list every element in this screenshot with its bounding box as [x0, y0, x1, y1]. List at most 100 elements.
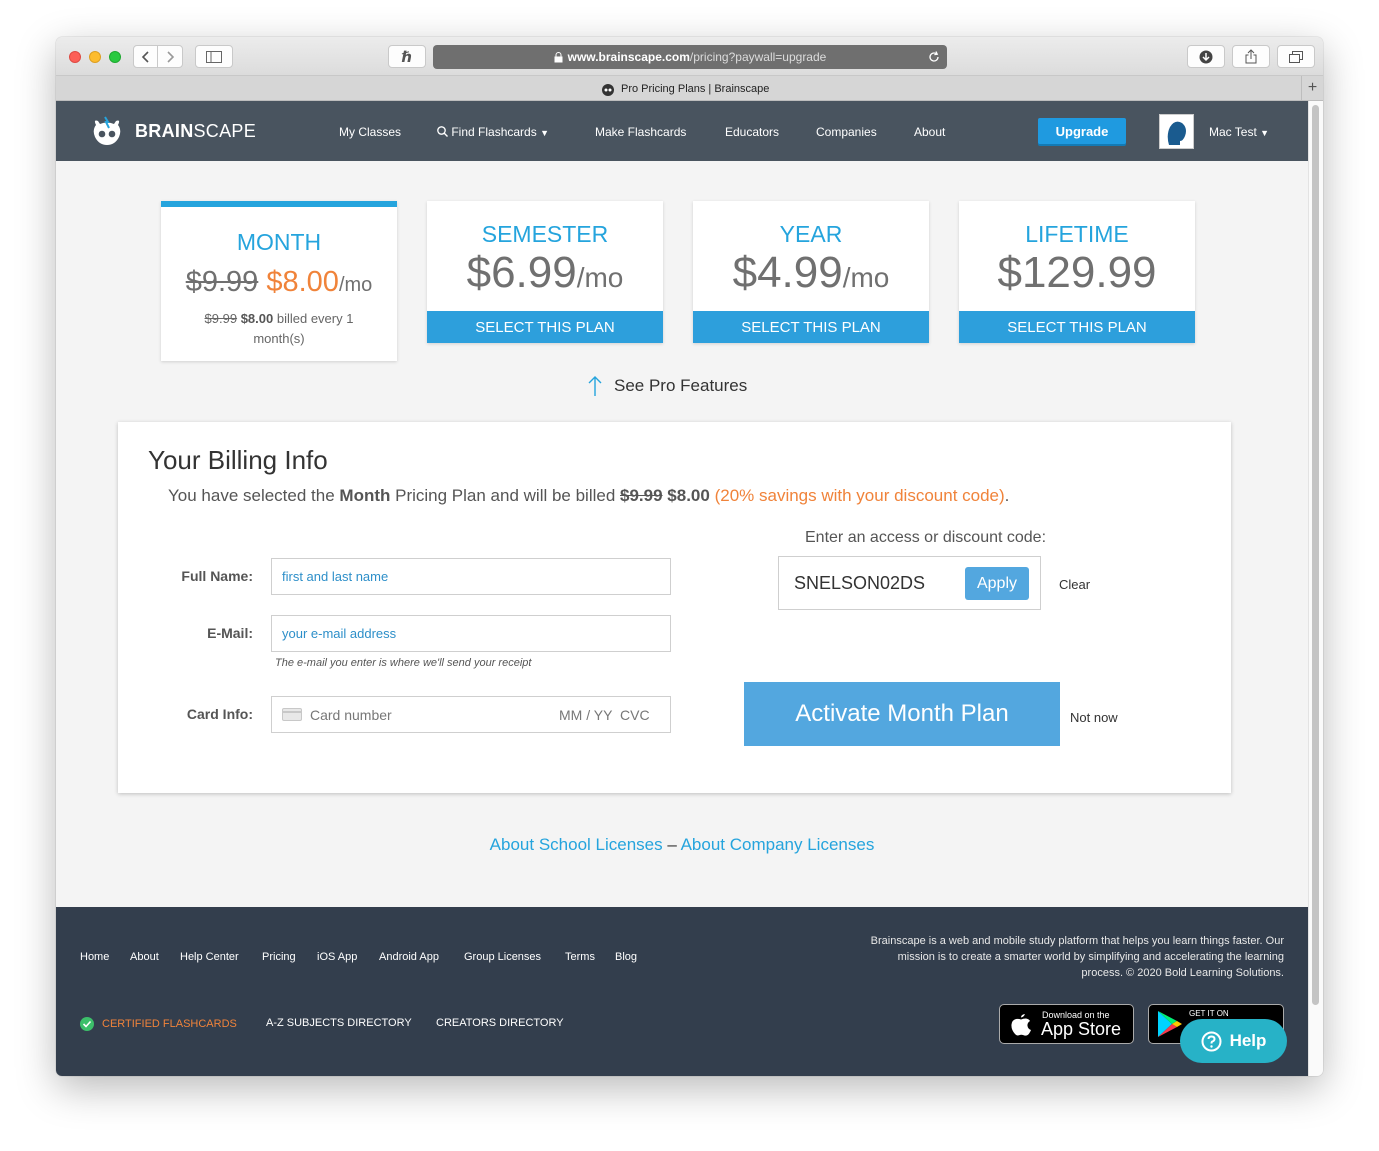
tab-title: Pro Pricing Plans | Brainscape [621, 83, 770, 95]
chevron-right-icon [167, 50, 175, 63]
nav-find-flashcards[interactable]: Find Flashcards ▼ [437, 125, 549, 139]
certified-flashcards-label: CERTIFIED FLASHCARDS [102, 1018, 237, 1030]
footer-link-group-licenses[interactable]: Group Licenses [464, 951, 541, 963]
select-year-button[interactable]: SELECT THIS PLAN [693, 311, 929, 343]
plan-price-month: $9.99 $8.00/mo [161, 266, 397, 299]
downloads-button[interactable] [1187, 45, 1225, 68]
new-tab-button[interactable]: + [1301, 76, 1323, 101]
avatar[interactable] [1159, 114, 1194, 149]
footer-link-help-center[interactable]: Help Center [180, 951, 239, 963]
caret-down-icon: ▼ [1260, 128, 1270, 138]
see-pro-features-link[interactable]: See Pro Features [588, 375, 747, 397]
user-avatar-icon [1167, 121, 1186, 145]
brainscape-logo[interactable]: BRAINSCAPE [91, 115, 256, 147]
summary-text-1: You have selected the [168, 486, 340, 505]
plan-price-semester: $6.99/mo [427, 248, 663, 298]
nav-companies[interactable]: Companies [816, 125, 877, 139]
discount-code-input[interactable]: SNELSON02DS Apply [778, 556, 1041, 610]
user-name: Mac Test [1209, 125, 1257, 139]
creators-directory-link[interactable]: CREATORS DIRECTORY [436, 1017, 564, 1029]
active-tab[interactable]: Pro Pricing Plans | Brainscape [601, 82, 769, 96]
close-window-button[interactable] [69, 51, 81, 63]
card-expiry-placeholder: MM / YY [559, 706, 613, 723]
extension-button[interactable]: ℏ [388, 45, 426, 68]
footer-link-blog[interactable]: Blog [615, 951, 637, 963]
brainscape-favicon-icon [602, 84, 614, 96]
nav-find-flashcards-label: Find Flashcards [451, 125, 537, 139]
activate-plan-button[interactable]: Activate Month Plan [744, 682, 1060, 746]
brainscape-mascot-icon [93, 116, 121, 145]
footer-link-terms[interactable]: Terms [565, 951, 595, 963]
upgrade-button[interactable]: Upgrade [1038, 118, 1126, 144]
clear-code-button[interactable]: Clear [1059, 577, 1090, 592]
search-icon [437, 126, 448, 137]
share-button[interactable] [1232, 45, 1270, 68]
discount-code-label: Enter an access or discount code: [805, 529, 1047, 546]
plan-card-lifetime[interactable]: LIFETIME $129.99 SELECT THIS PLAN [959, 201, 1195, 343]
tab-bar: Pro Pricing Plans | Brainscape + [56, 76, 1323, 101]
share-icon [1245, 49, 1257, 64]
plan-name-year: YEAR [779, 221, 843, 247]
card-info-input[interactable]: Card number MM / YY CVC [271, 696, 671, 733]
school-licenses-link[interactable]: About School Licenses [490, 835, 663, 854]
summary-plan: Month [339, 486, 391, 505]
nav-my-classes[interactable]: My Classes [339, 125, 401, 139]
chevron-left-icon [141, 50, 149, 63]
company-licenses-link[interactable]: About Company Licenses [681, 835, 875, 854]
google-play-icon [1158, 1011, 1182, 1037]
footer-link-about[interactable]: About [130, 951, 159, 963]
nav-educators[interactable]: Educators [725, 125, 779, 139]
reload-icon[interactable] [928, 51, 940, 63]
back-button[interactable] [133, 45, 158, 68]
discount-code-value: SNELSON02DS [794, 573, 926, 593]
sidebar-toggle-button[interactable] [195, 45, 233, 68]
apple-icon [1011, 1014, 1031, 1036]
billing-note-text: billed every 1 [273, 311, 354, 326]
select-semester-button[interactable]: SELECT THIS PLAN [427, 311, 663, 343]
email-input[interactable]: your e-mail address [271, 615, 671, 652]
not-now-button[interactable]: Not now [1070, 710, 1118, 725]
card-info-label: Card Info: [186, 706, 253, 722]
forward-button[interactable] [157, 45, 183, 68]
footer-about-text: Brainscape is a web and mobile study pla… [871, 933, 1284, 981]
select-lifetime-button[interactable]: SELECT THIS PLAN [959, 311, 1195, 343]
app-store-badge[interactable]: Download on the App Store [999, 1004, 1134, 1044]
az-subjects-link[interactable]: A-Z SUBJECTS DIRECTORY [266, 1017, 412, 1029]
user-menu[interactable]: Mac Test ▼ [1209, 125, 1269, 139]
billing-panel: Your Billing Info You have selected the … [118, 422, 1231, 793]
plan-name-semester: SEMESTER [481, 221, 609, 247]
nav-make-flashcards[interactable]: Make Flashcards [595, 125, 686, 139]
footer-about-line-3: process. © 2020 Bold Learning Solutions. [1081, 967, 1284, 979]
footer-link-android-app[interactable]: Android App [379, 951, 439, 963]
credit-card-icon [282, 708, 302, 721]
plan-price-year: $4.99/mo [693, 248, 929, 298]
footer-link-pricing[interactable]: Pricing [262, 951, 296, 963]
plan-card-year[interactable]: YEAR $4.99/mo SELECT THIS PLAN [693, 201, 929, 343]
zoom-window-button[interactable] [109, 51, 121, 63]
tabs-overview-button[interactable] [1277, 45, 1315, 68]
browser-window: ℏ www.brainscape.com/pricing?paywall=upg… [56, 37, 1323, 1076]
billing-note-old-price: $9.99 [204, 311, 238, 326]
plan-card-month[interactable]: MONTH $9.99 $8.00/mo $9.99 $8.00 billed … [161, 201, 397, 361]
nav-about[interactable]: About [914, 125, 945, 139]
footer-link-ios-app[interactable]: iOS App [317, 951, 357, 963]
plan-card-semester[interactable]: SEMESTER $6.99/mo SELECT THIS PLAN [427, 201, 663, 343]
minimize-window-button[interactable] [89, 51, 101, 63]
certified-flashcards-link[interactable]: CERTIFIED FLASHCARDS [80, 1017, 237, 1031]
address-bar[interactable]: www.brainscape.com/pricing?paywall=upgra… [433, 45, 947, 69]
summary-period: . [1004, 486, 1010, 505]
plan-unit: /mo [338, 274, 373, 296]
apply-code-button[interactable]: Apply [965, 567, 1029, 600]
footer-link-home[interactable]: Home [80, 951, 109, 963]
plan-billing-note: $9.99 $8.00 billed every 1 month(s) [161, 309, 397, 349]
footer-about-line-1: Brainscape is a web and mobile study pla… [870, 935, 1284, 947]
caret-down-icon: ▼ [540, 128, 549, 138]
plan-name-lifetime: LIFETIME [1025, 221, 1129, 247]
plus-icon: + [1307, 79, 1318, 96]
help-button[interactable]: Help [1180, 1019, 1287, 1063]
license-links: About School Licenses – About Company Li… [56, 835, 1308, 855]
scrollbar-thumb[interactable] [1312, 105, 1319, 1005]
full-name-input[interactable]: first and last name [271, 558, 671, 595]
billing-note-period: month(s) [253, 331, 305, 346]
footer-about-line-2: mission is to create a smarter world by … [897, 951, 1284, 963]
